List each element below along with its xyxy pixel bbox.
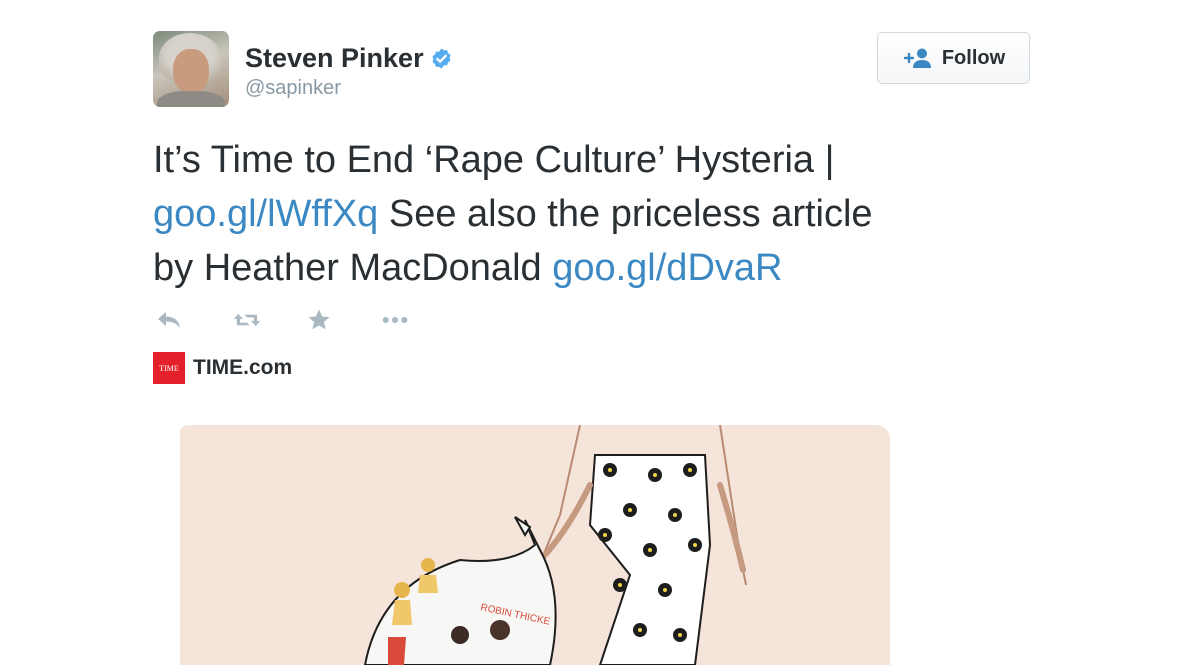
follow-button-label: Follow [941,46,1006,69]
tweet-line-3-text: by Heather MacDonald [153,247,553,289]
tweet-line-3: by Heather MacDonald goo.gl/dDvaR [153,241,1053,295]
retweet-icon[interactable] [233,306,261,334]
card-image[interactable]: ROBIN THICKE [180,425,890,665]
card-illustration: ROBIN THICKE [363,425,747,665]
avatar[interactable] [153,31,229,107]
avatar-face [173,49,209,93]
user-handle[interactable]: @sapinker [245,77,341,100]
verified-badge-icon [432,48,451,69]
tweet-line-1: It’s Time to End ‘Rape Culture’ Hysteria… [153,139,835,181]
card-source[interactable]: TIME TIME.com [153,352,292,384]
tweet-link-2[interactable]: goo.gl/dDvaR [552,247,782,289]
tweet-line-2-text: See also the priceless article [378,193,873,235]
tweet-link-1[interactable]: goo.gl/lWffXq [153,193,378,235]
reply-icon[interactable] [155,306,183,334]
follow-button[interactable]: Follow [877,32,1030,84]
follow-user-icon [903,48,931,68]
user-name-row: Steven Pinker [245,43,453,74]
tweet-line-2: goo.gl/lWffXq See also the priceless art… [153,187,1053,241]
source-name[interactable]: TIME.com [193,356,292,380]
favorite-icon[interactable] [305,306,333,334]
user-name[interactable]: Steven Pinker [245,43,424,74]
tweet-text: It’s Time to End ‘Rape Culture’ Hysteria… [153,133,1053,295]
avatar-shirt [157,91,225,107]
more-icon[interactable] [381,306,409,334]
tweet-actions [155,306,409,334]
time-logo: TIME [153,352,185,384]
